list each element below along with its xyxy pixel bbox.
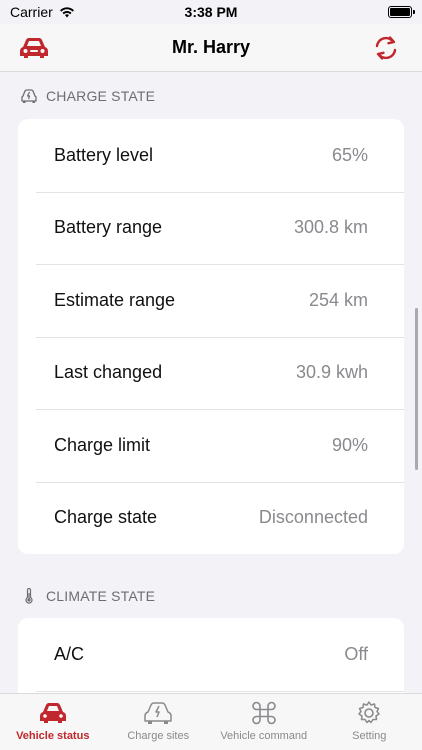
battery-level-label: Battery level <box>54 144 154 165</box>
battery-level-value: 65% <box>331 144 368 165</box>
car-icon <box>39 703 66 723</box>
list-item: Last changed 30.9 kwh <box>18 336 404 410</box>
list-item: Charge state Disconnected <box>18 481 404 555</box>
charge-state-value: Disconnected <box>258 507 368 528</box>
tab-vehicle-command[interactable]: Vehicle command <box>211 694 316 742</box>
list-item: Charge limit 90% <box>18 409 404 482</box>
battery-range-label: Battery range <box>54 217 163 238</box>
tab-label: Vehicle status <box>16 730 90 742</box>
thermometer-icon <box>25 588 33 604</box>
car-icon[interactable] <box>18 36 50 60</box>
battery-range-value: 300.8 km <box>293 217 368 238</box>
tab-charge-sites[interactable]: Charge sites <box>106 694 211 742</box>
tab-bar: Vehicle status Charge sites Vehicle comm… <box>0 693 422 750</box>
scrollbar[interactable] <box>415 308 418 470</box>
charge-state-title: CHARGE STATE <box>46 88 156 104</box>
gear-icon <box>358 701 380 724</box>
tab-vehicle-status[interactable]: Vehicle status <box>0 694 105 742</box>
list-item: Estimate range 254 km <box>18 264 404 337</box>
list-item: Battery level 65% <box>18 119 404 192</box>
wifi-icon <box>59 7 74 18</box>
page-title: Mr. Harry <box>171 37 251 57</box>
ac-value: Off <box>344 643 368 664</box>
tab-setting[interactable]: Setting <box>317 694 422 742</box>
charging-car-icon <box>21 89 37 103</box>
climate-state-header: CLIMATE STATE <box>0 580 422 612</box>
command-icon <box>251 701 276 725</box>
battery-icon <box>388 6 415 18</box>
last-changed-value: 30.9 kwh <box>295 362 368 383</box>
carrier-info: Carrier <box>10 4 75 20</box>
climate-state-title: CLIMATE STATE <box>46 588 156 604</box>
list-item: Battery range 300.8 km <box>18 191 404 265</box>
charge-state-card: Battery level 65% Battery range 300.8 km… <box>18 119 404 554</box>
estimate-range-label: Estimate range <box>54 289 176 310</box>
tab-label: Setting <box>352 730 387 742</box>
climate-state-card: A/C Off <box>18 618 404 693</box>
tab-label: Charge sites <box>127 730 190 742</box>
charge-limit-label: Charge limit <box>54 434 151 455</box>
charge-limit-value: 90% <box>331 434 368 455</box>
status-bar: Carrier 3:38 PM <box>0 0 422 24</box>
charge-state-header: CHARGE STATE <box>0 73 422 119</box>
tab-label: Vehicle command <box>220 730 308 742</box>
refresh-icon[interactable] <box>372 34 400 62</box>
list-item: A/C Off <box>18 618 404 691</box>
charging-car-icon <box>144 702 172 724</box>
vehicle-status-content[interactable]: CHARGE STATE Battery level 65% Battery r… <box>0 73 422 693</box>
carrier-label: Carrier <box>10 4 53 20</box>
charge-state-label: Charge state <box>54 507 158 528</box>
last-changed-label: Last changed <box>54 362 163 383</box>
estimate-range-value: 254 km <box>308 289 368 310</box>
ac-label: A/C <box>54 643 85 664</box>
navigation-bar: Mr. Harry <box>0 24 422 72</box>
